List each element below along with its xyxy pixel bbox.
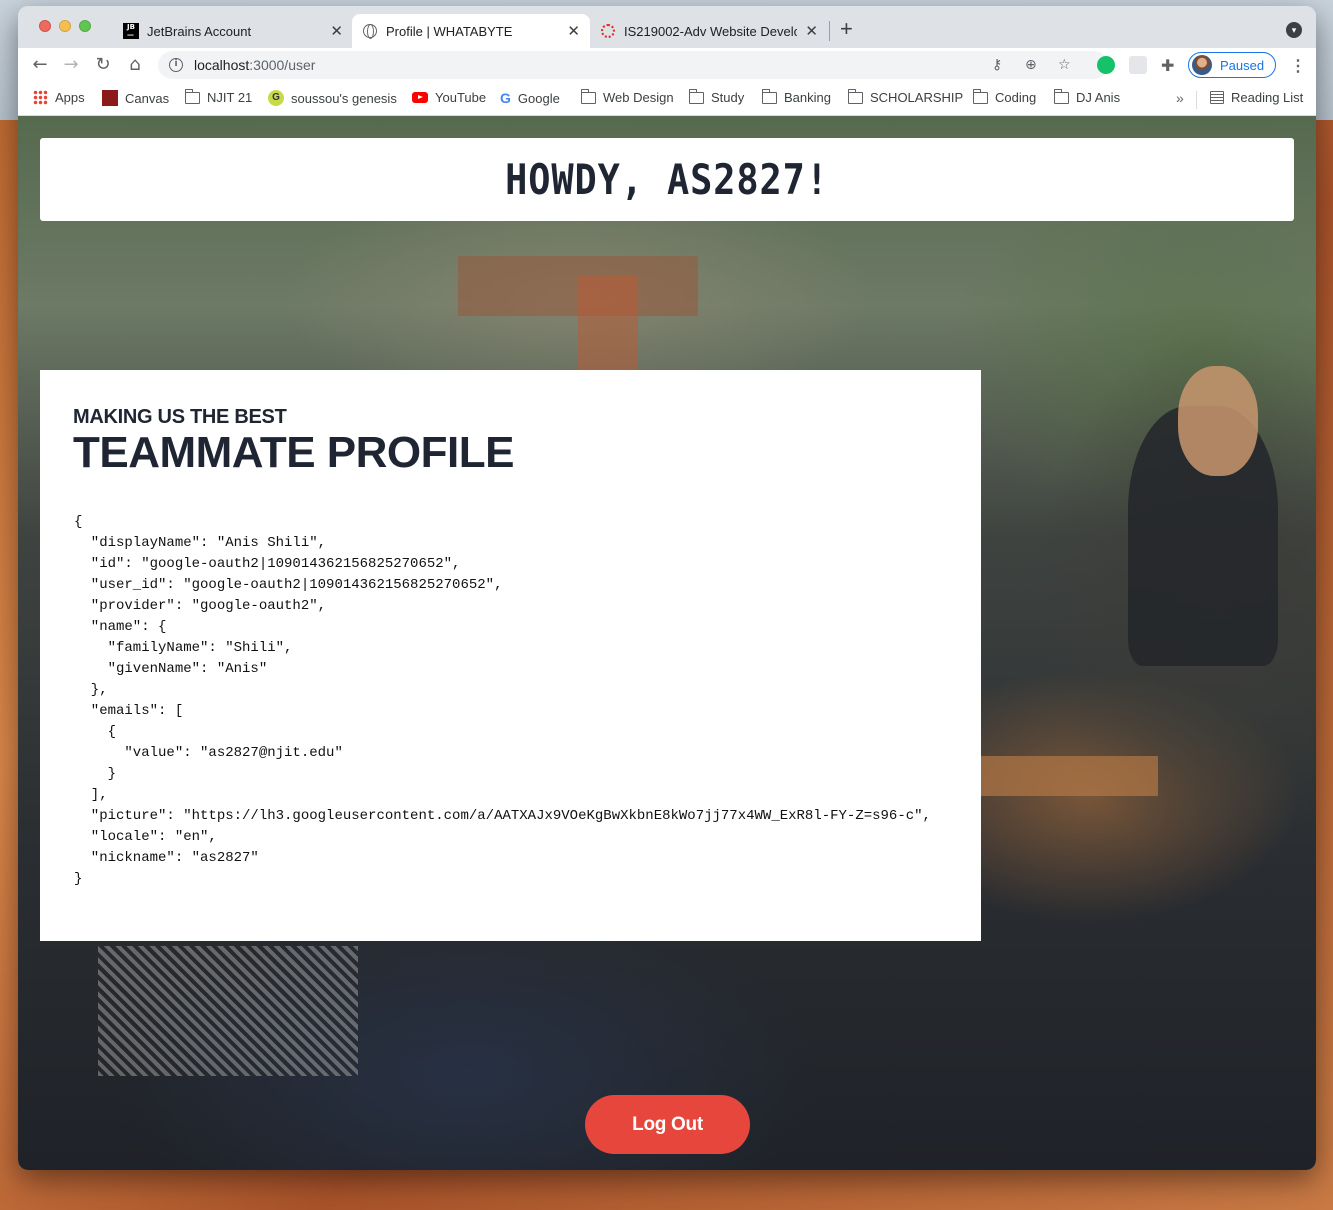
folder-icon (972, 88, 988, 104)
url-text: localhost:3000/user (194, 57, 315, 73)
minimize-window-button[interactable] (59, 20, 71, 32)
zoom-icon[interactable]: ⊕ (1025, 57, 1037, 73)
bookmark-genesis[interactable]: G soussou's genesis (268, 90, 397, 106)
tab-separator (829, 21, 830, 41)
profile-kicker: MAKING US THE BEST (73, 406, 287, 428)
globe-icon (362, 23, 378, 39)
avatar (1192, 55, 1212, 75)
bookmark-dj-anis[interactable]: DJ Anis (1053, 88, 1121, 105)
greeting-heading: HOWDY, AS2827! (505, 155, 829, 204)
tab-profile[interactable]: Profile | WHATABYTE ✕ (352, 14, 590, 48)
reading-list-icon (1210, 91, 1224, 104)
folder-icon (761, 88, 777, 104)
profile-card: MAKING US THE BEST TEAMMATE PROFILE { "d… (40, 370, 981, 941)
background-photo (98, 946, 358, 1076)
bookmark-label: Web Design (603, 90, 674, 105)
bookmark-web-design[interactable]: Web Design (580, 88, 674, 105)
bookmark-njit21[interactable]: NJIT 21 (184, 88, 253, 105)
close-icon[interactable]: ✕ (805, 22, 818, 40)
tab-title: Profile | WHATABYTE (386, 23, 513, 39)
folder-icon (580, 88, 596, 104)
back-arrow-icon[interactable]: ← (28, 53, 52, 77)
bookmark-divider (1196, 91, 1197, 109)
tab-title: IS219002-Adv Website Develop (624, 23, 798, 39)
tab-search-icon[interactable]: ▾ (1286, 22, 1302, 38)
reload-icon[interactable]: ↻ (91, 53, 115, 77)
maximize-window-button[interactable] (79, 20, 91, 32)
star-icon[interactable]: ☆ (1058, 57, 1071, 73)
background-photo (1178, 366, 1258, 476)
new-tab-button[interactable]: + (840, 18, 853, 40)
close-icon[interactable]: ✕ (567, 22, 580, 40)
key-icon[interactable]: ⚷ (992, 57, 1002, 73)
folder-icon (847, 88, 863, 104)
bookmarks-bar: Apps Canvas NJIT 21 G soussou's genesis … (18, 82, 1316, 116)
google-icon: G (500, 90, 511, 106)
greeting-card: HOWDY, AS2827! (40, 138, 1294, 221)
bookmark-label: soussou's genesis (291, 90, 397, 106)
bookmark-label: NJIT 21 (207, 90, 253, 105)
grammarly-icon[interactable] (1097, 56, 1115, 74)
tab-jetbrains[interactable]: JB — JetBrains Account ✕ (113, 14, 353, 48)
menu-kebab-icon[interactable]: ⋮ (1290, 56, 1306, 76)
g-icon: G (268, 90, 284, 106)
bookmark-label: Study (711, 90, 745, 105)
close-icon[interactable]: ✕ (330, 22, 343, 40)
more-bookmarks-icon[interactable]: » (1176, 90, 1184, 106)
bookmark-label: YouTube (435, 90, 487, 105)
folder-icon (688, 88, 704, 104)
home-icon[interactable]: ⌂ (123, 53, 147, 77)
bookmark-label: Coding (995, 90, 1037, 105)
bookmark-canvas[interactable]: Canvas (102, 90, 169, 106)
tab-course[interactable]: IS219002-Adv Website Develop ✕ (590, 14, 828, 48)
profile-button[interactable]: Paused (1188, 52, 1276, 78)
address-bar[interactable]: i localhost:3000/user ⚷ ⊕ ☆ (158, 51, 1108, 79)
bookmark-google[interactable]: G Google (500, 90, 560, 106)
folder-icon (1053, 88, 1069, 104)
close-window-button[interactable] (39, 20, 51, 32)
bookmark-label: Canvas (125, 90, 170, 106)
canvas-dotted-icon (600, 23, 616, 39)
url-host: localhost (194, 57, 250, 73)
jetbrains-icon: JB — (123, 23, 139, 39)
tab-title: JetBrains Account (147, 23, 252, 39)
url-path: :3000/user (249, 57, 316, 73)
browser-window: JB — JetBrains Account ✕ Profile | WHATAB… (18, 6, 1316, 1170)
reading-list-button[interactable]: Reading List (1210, 90, 1303, 105)
bookmark-youtube[interactable]: YouTube (412, 90, 486, 105)
youtube-icon (412, 92, 428, 103)
info-icon[interactable]: i (169, 58, 183, 72)
apps-icon (33, 90, 48, 105)
puzzle-icon[interactable]: ✚ (1161, 56, 1174, 75)
canvas-icon (102, 90, 118, 106)
bookmark-label: Google (517, 90, 560, 106)
bookmark-coding[interactable]: Coding (972, 88, 1037, 105)
reading-list-label: Reading List (1231, 90, 1304, 105)
profile-status: Paused (1220, 57, 1265, 73)
profile-json: { "displayName": "Anis Shili", "id": "go… (74, 514, 931, 887)
profile-title: TEAMMATE PROFILE (73, 428, 514, 477)
bookmark-label: Apps (55, 90, 85, 105)
bookmark-apps[interactable]: Apps (33, 90, 85, 105)
folder-icon (184, 88, 200, 104)
bookmark-label: DJ Anis (1076, 90, 1121, 105)
bookmark-label: Banking (784, 90, 831, 105)
bookmark-study[interactable]: Study (688, 88, 745, 105)
background-photo (978, 756, 1158, 796)
bookmark-label: SCHOLARSHIP (870, 90, 964, 105)
forward-arrow-icon[interactable]: → (59, 53, 83, 77)
bookmark-scholarship[interactable]: SCHOLARSHIP (847, 88, 964, 105)
logout-button[interactable]: Log Out (585, 1095, 750, 1154)
tab-strip: JB — JetBrains Account ✕ Profile | WHATAB… (18, 6, 1316, 48)
bookmark-banking[interactable]: Banking (761, 88, 831, 105)
extension-icon[interactable] (1129, 56, 1147, 74)
browser-toolbar: ← → ↻ ⌂ i localhost:3000/user ⚷ ⊕ ☆ ✚ Pa… (18, 48, 1316, 82)
page-content: HOWDY, AS2827! MAKING US THE BEST TEAMMA… (18, 116, 1316, 1170)
